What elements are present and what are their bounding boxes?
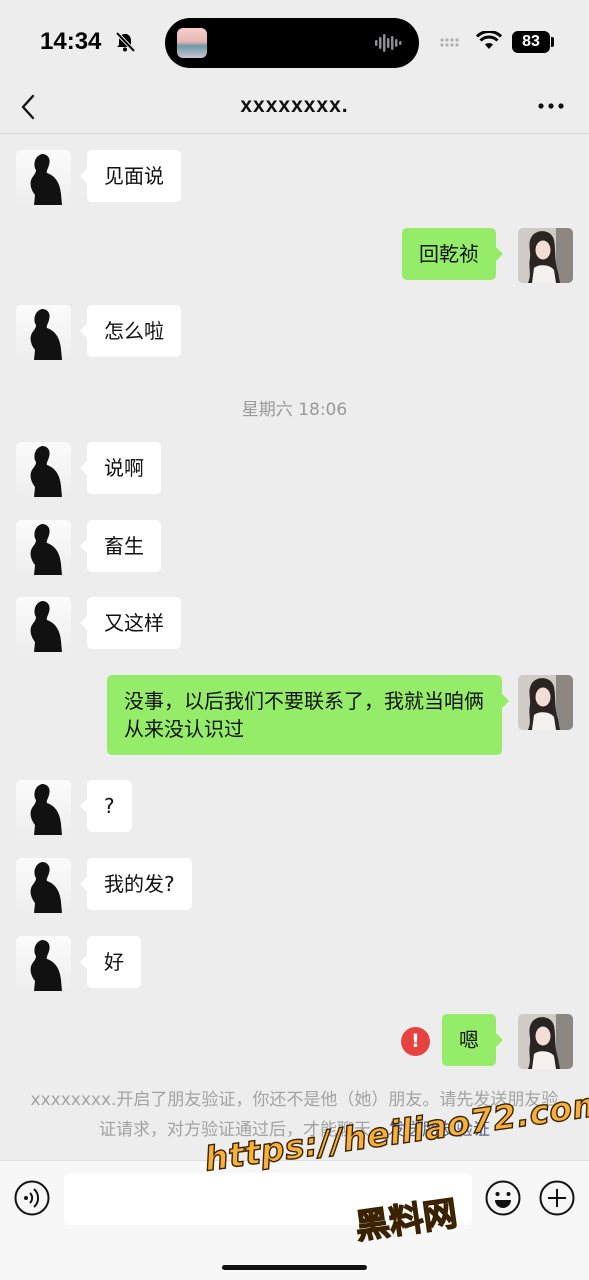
emoji-icon[interactable]	[485, 1180, 521, 1216]
chat-header: xxxxxxxx.	[0, 84, 589, 134]
audio-wave-icon	[375, 34, 402, 52]
contact-avatar[interactable]	[16, 150, 71, 205]
status-bar: 14:34 83	[0, 0, 589, 84]
contact-avatar[interactable]	[16, 780, 71, 835]
message-bubble-incoming[interactable]: 怎么啦	[80, 305, 181, 357]
contact-avatar[interactable]	[16, 520, 71, 575]
cellular-signal-icon	[440, 38, 459, 47]
my-avatar[interactable]	[518, 675, 573, 730]
contact-avatar[interactable]	[16, 305, 71, 360]
message-bubble-incoming[interactable]: 好	[80, 936, 141, 988]
my-avatar[interactable]	[518, 228, 573, 283]
send-failed-icon[interactable]: !	[401, 1027, 430, 1056]
message-bubble-incoming[interactable]: ?	[80, 780, 132, 832]
input-bar	[0, 1160, 589, 1280]
media-thumbnail	[177, 28, 207, 58]
bell-muted-icon	[115, 31, 136, 53]
voice-icon[interactable]	[14, 1180, 50, 1216]
battery-icon: 83	[512, 31, 550, 53]
wifi-icon	[476, 31, 502, 49]
my-avatar[interactable]	[518, 1014, 573, 1069]
message-bubble-incoming[interactable]: 又这样	[80, 597, 181, 649]
status-time: 14:34	[40, 28, 102, 55]
message-bubble-incoming[interactable]: 见面说	[80, 150, 181, 202]
home-indicator	[222, 1265, 367, 1270]
message-bubble-outgoing[interactable]: 回乾祯	[402, 228, 503, 280]
header-divider	[0, 133, 589, 134]
message-bubble-outgoing[interactable]: 没事，以后我们不要联系了，我就当咱俩从来没认识过	[107, 675, 509, 755]
chat-title: xxxxxxxx.	[240, 94, 349, 117]
message-bubble-incoming[interactable]: 我的发?	[80, 858, 192, 910]
chat-timestamp: 星期六 18:06	[241, 400, 348, 420]
contact-avatar[interactable]	[16, 936, 71, 991]
dynamic-island[interactable]	[165, 18, 419, 68]
more-dots-icon[interactable]	[538, 102, 564, 110]
message-bubble-outgoing[interactable]: 嗯	[442, 1014, 503, 1066]
contact-avatar[interactable]	[16, 858, 71, 913]
contact-avatar[interactable]	[16, 597, 71, 652]
message-bubble-incoming[interactable]: 说啊	[80, 442, 161, 494]
message-bubble-incoming[interactable]: 畜生	[80, 520, 161, 572]
plus-icon[interactable]	[539, 1180, 575, 1216]
contact-avatar[interactable]	[16, 442, 71, 497]
battery-tip	[551, 37, 554, 47]
